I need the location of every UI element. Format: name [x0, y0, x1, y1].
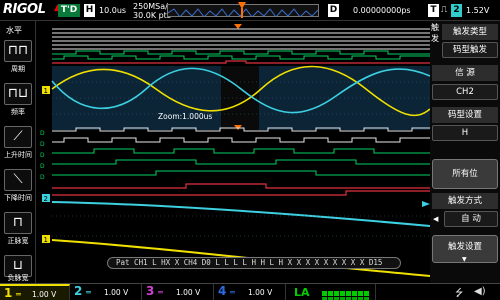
delay-key-badge[interactable]: D [328, 4, 339, 17]
ch3-number: 3 [146, 284, 155, 298]
trigger-source-heading: 信 源 [432, 65, 498, 81]
digital-green-traces-zoom [52, 148, 430, 176]
measure-sidebar: 水平 ⊓⊓ 周期 ⊓⊔ 频率 ⟋ 上升时间 ⟍ 下降时间 ⊓ 正脉宽 ⊔ 负脉宽 [0, 21, 36, 283]
measure-frequency-label: 频率 [11, 108, 25, 116]
positive-width-icon: ⊓ [12, 215, 24, 230]
digital-red-trace-zoom-2 [52, 190, 430, 196]
trigger-setting-label: 触发设置 [447, 242, 482, 252]
waveform-display[interactable]: 1 DDDDD 2 1 Zoom:1.000us Pat CH1 L HX X … [36, 21, 430, 283]
digital-red-trace-main [52, 60, 430, 64]
zoom-grid [52, 215, 430, 237]
measure-fall-time-label: 下降时间 [4, 194, 32, 202]
ch1-scale-value: 1.00 V [32, 290, 57, 299]
rise-time-icon: ⟋ [13, 129, 23, 144]
zoom-scale-label: Zoom:1.000us [158, 112, 213, 121]
digital-green-traces-main [52, 50, 430, 60]
svg-text:D: D [40, 130, 45, 137]
la-channel-status-icon [322, 287, 370, 300]
horizontal-key-badge[interactable]: H [84, 4, 95, 17]
main-window: 1 [42, 24, 430, 130]
frequency-icon: ⊓⊔ [7, 86, 29, 101]
trigger-menu: 触 发 触发类型 码型触发 信 源 CH2 码型设置 H 所有位 触发方式 自 … [430, 21, 500, 283]
ch3-tab[interactable]: 3 ═ 1.00 V [142, 284, 214, 300]
run-status-badge[interactable]: T'D [58, 4, 80, 17]
ch4-scale-value: 1.00 V [248, 288, 273, 297]
trigger-level-value: 1.52V [466, 6, 490, 15]
trigger-position-marker-icon [238, 2, 246, 18]
ch3-scale-value: 1.00 V [176, 288, 201, 297]
trigger-type-heading: 触发类型 [442, 24, 498, 40]
all-bits-button[interactable]: 所有位 [432, 159, 498, 189]
digital-channel-labels: DDDDD [40, 130, 45, 181]
svg-text:D: D [40, 163, 45, 170]
svg-text:D: D [40, 174, 45, 181]
trigger-sweep-select[interactable]: 自 动 [444, 211, 498, 227]
measure-period-label: 周期 [11, 65, 25, 73]
ch1-coupling-icon: ═ [16, 290, 21, 299]
measure-category-title: 水平 [6, 26, 22, 35]
speaker-icon[interactable]: ◀) [474, 286, 486, 297]
zoom-window: DDDDD 2 1 [40, 125, 430, 277]
waveform-canvas: 1 DDDDD 2 1 [40, 24, 430, 277]
fall-time-icon: ⟍ [13, 172, 23, 187]
measure-frequency-button[interactable]: ⊓⊔ [4, 83, 32, 105]
delay-offset-value: 0.00000000ps [353, 6, 411, 15]
ch2-scale-value: 1.00 V [104, 288, 129, 297]
digital-channel-traces-main [52, 28, 430, 50]
ch4-number: 4 [218, 284, 227, 298]
pattern-readout: Pat CH1 L HX X CH4 D0 L L L L H H L H X … [107, 257, 401, 269]
digital-red-trace-zoom-1 [52, 183, 430, 189]
svg-text:D: D [40, 141, 45, 148]
trigger-edge-icon: ⎍ [441, 5, 448, 15]
channel-bar: 1 ═ 1.00 V 2 ═ 1.00 V 3 ═ 1.00 V 4 ═ 1.0… [0, 283, 500, 300]
ch2-waveform-zoom [51, 201, 430, 227]
ch4-coupling-icon: ═ [230, 288, 235, 297]
period-icon: ⊓⊓ [7, 43, 29, 58]
sweep-select-arrow-icon: ◀ [433, 215, 439, 223]
menu-page-down-icon[interactable]: ▼ [462, 256, 467, 263]
svg-text:D: D [40, 152, 45, 159]
memory-depth-value: 30.0K pts [133, 11, 171, 20]
ch1-number: 1 [4, 286, 13, 300]
pattern-setting-heading: 码型设置 [432, 107, 498, 123]
trigger-source-select[interactable]: CH2 [432, 84, 498, 100]
trigger-level-marker-icon [422, 201, 430, 207]
status-bar: RIGOL ▲ T'D H 10.0us 250MSa/s 30.0K pts … [0, 0, 500, 21]
measure-positive-width-label: 正脉宽 [7, 237, 29, 245]
timebase-value: 10.0us [99, 6, 127, 15]
measure-negative-width-label: 负脉宽 [7, 274, 29, 282]
digital-channel-traces-zoom [52, 127, 430, 143]
main-trigger-marker-icon [234, 24, 242, 29]
ch1-offset-marker-zoom-label: 1 [44, 236, 48, 244]
usb-icon: ⭍ [455, 288, 464, 299]
la-tab[interactable]: LA [286, 284, 376, 300]
trigger-key-badge[interactable]: T [428, 4, 439, 17]
ch2-number: 2 [74, 284, 83, 298]
measure-rise-time-label: 上升时间 [4, 151, 32, 159]
measure-period-button[interactable]: ⊓⊓ [4, 40, 32, 62]
pattern-setting-select[interactable]: H [432, 125, 498, 141]
ch1-offset-marker-label: 1 [44, 87, 48, 95]
ch4-tab[interactable]: 4 ═ 1.00 V [214, 284, 286, 300]
ch2-offset-marker-label: 2 [44, 195, 48, 203]
measure-fall-time-button[interactable]: ⟍ [4, 169, 32, 191]
brand-logo: RIGOL [3, 2, 46, 17]
measure-rise-time-button[interactable]: ⟋ [4, 126, 32, 148]
trigger-type-select[interactable]: 码型触发 [442, 42, 498, 58]
ch3-coupling-icon: ═ [158, 288, 163, 297]
measure-positive-width-button[interactable]: ⊓ [4, 212, 32, 234]
ch2-coupling-icon: ═ [86, 288, 91, 297]
trigger-source-badge: 2 [451, 4, 462, 17]
la-label: LA [294, 286, 310, 299]
ch1-tab[interactable]: 1 ═ 1.00 V [0, 284, 70, 300]
ch2-tab[interactable]: 2 ═ 1.00 V [70, 284, 142, 300]
trigger-sweep-heading: 触发方式 [432, 193, 498, 209]
